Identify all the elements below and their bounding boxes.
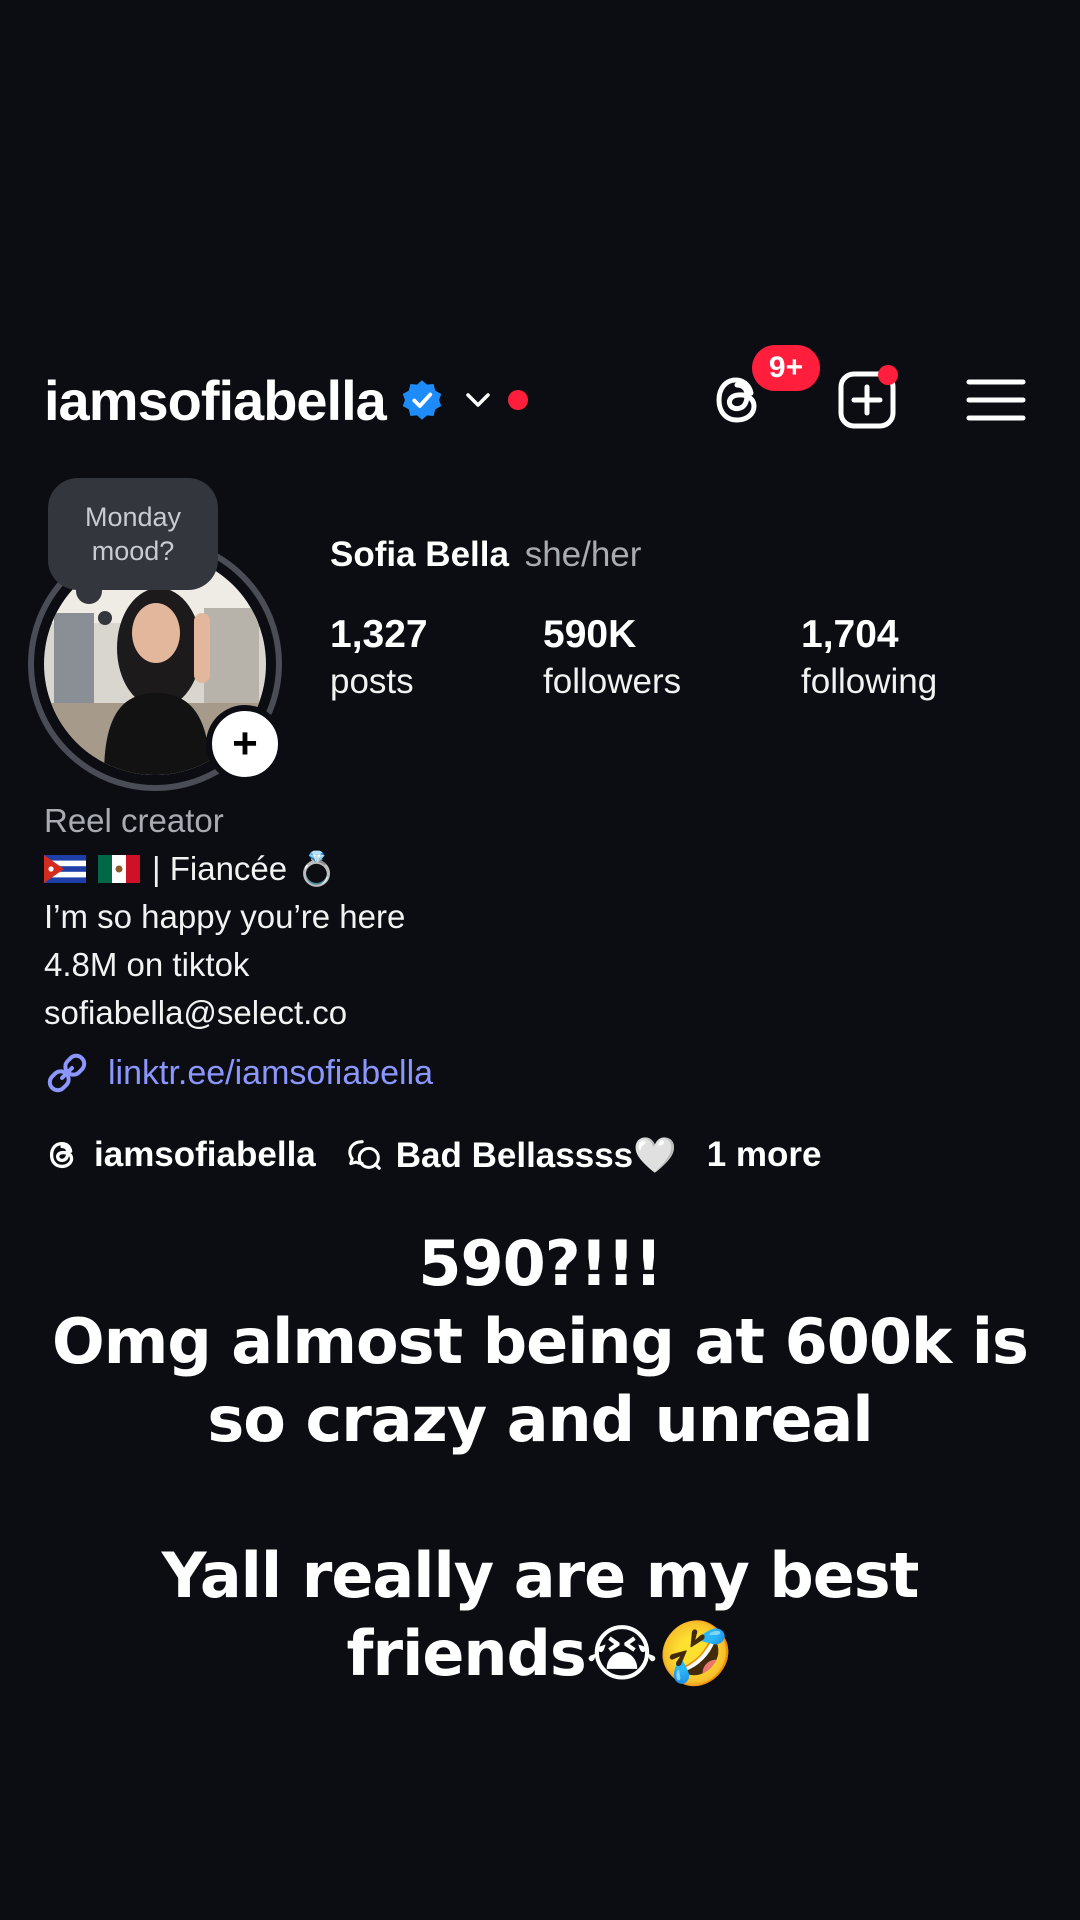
bio-link-text[interactable]: linktr.ee/iamsofiabella bbox=[108, 1054, 433, 1093]
note-bubble-tail-small bbox=[98, 611, 112, 625]
stat-following[interactable]: 1,704 following bbox=[801, 612, 937, 706]
more-links-chip[interactable]: 1 more bbox=[707, 1135, 822, 1175]
caption-line-2: Omg almost being at 600k is bbox=[52, 1305, 1029, 1378]
threads-handle: iamsofiabella bbox=[94, 1135, 316, 1174]
caption-line-4: Yall really are my best bbox=[161, 1539, 920, 1612]
stat-posts[interactable]: 1,327 posts bbox=[330, 612, 428, 706]
bio-email[interactable]: sofiabella@select.co bbox=[44, 989, 405, 1037]
story-caption-top: 590?!!! Omg almost being at 600k is so c… bbox=[40, 1225, 1040, 1459]
channel-name: Bad Bellassss🤍 bbox=[395, 1135, 677, 1175]
following-count: 1,704 bbox=[801, 613, 899, 656]
display-name-row: Sofia Bella she/her bbox=[330, 535, 641, 575]
verified-badge-icon bbox=[402, 380, 442, 420]
profile-note[interactable]: Monday mood? bbox=[48, 478, 218, 590]
profile-header: iamsofiabella 9+ bbox=[0, 345, 1080, 445]
create-notification-dot bbox=[878, 365, 898, 385]
bio-line-3: 4.8M on tiktok bbox=[44, 946, 250, 983]
bio: Reel creator | Fiancée 💍 I’m so happy yo… bbox=[44, 797, 405, 1037]
link-icon bbox=[47, 1053, 87, 1093]
chevron-down-icon[interactable] bbox=[462, 384, 494, 416]
threads-notification-badge: 9+ bbox=[752, 345, 820, 391]
hamburger-menu-icon[interactable] bbox=[963, 367, 1029, 433]
posts-count: 1,327 bbox=[330, 613, 428, 656]
pronouns: she/her bbox=[524, 535, 642, 574]
posts-label: posts bbox=[330, 662, 414, 701]
note-bubble-tail bbox=[76, 578, 102, 604]
more-links-label: 1 more bbox=[706, 1135, 822, 1174]
bio-line-flags: | Fiancée 💍 bbox=[44, 845, 405, 893]
cuba-flag-icon bbox=[44, 855, 86, 883]
bio-fiancee: | Fiancée 💍 bbox=[152, 850, 338, 887]
note-line-1: Monday bbox=[84, 502, 182, 532]
caption-line-1: 590?!!! bbox=[418, 1227, 662, 1300]
account-switcher[interactable]: iamsofiabella bbox=[44, 355, 528, 445]
stat-followers[interactable]: 590K followers bbox=[543, 612, 681, 706]
account-notification-dot bbox=[507, 390, 528, 410]
add-story-button[interactable]: + bbox=[206, 705, 284, 783]
bio-link[interactable]: linktr.ee/iamsofiabella bbox=[44, 1050, 433, 1096]
caption-line-5: friends😭🤣 bbox=[346, 1617, 735, 1690]
followers-label: followers bbox=[543, 662, 682, 701]
username[interactable]: iamsofiabella bbox=[44, 368, 387, 433]
channel-chat-icon bbox=[348, 1140, 381, 1170]
story-caption-bottom: Yall really are my best friends😭🤣 bbox=[40, 1537, 1040, 1693]
broadcast-channel-chip[interactable]: Bad Bellassss🤍 bbox=[346, 1135, 677, 1176]
display-name: Sofia Bella bbox=[330, 535, 509, 574]
following-label: following bbox=[801, 662, 938, 701]
note-line-2: mood? bbox=[91, 536, 175, 566]
threads-handle-chip[interactable]: iamsofiabella bbox=[44, 1135, 316, 1175]
bio-line-2: I’m so happy you’re here bbox=[44, 898, 406, 935]
caption-line-3: so crazy and unreal bbox=[207, 1383, 873, 1456]
threads-icon bbox=[49, 1141, 74, 1169]
followers-count: 590K bbox=[543, 613, 637, 656]
profile-chips: iamsofiabella Bad Bellassss🤍 1 more bbox=[44, 1130, 852, 1180]
bio-category: Reel creator bbox=[44, 802, 224, 839]
mexico-flag-icon bbox=[98, 855, 140, 883]
